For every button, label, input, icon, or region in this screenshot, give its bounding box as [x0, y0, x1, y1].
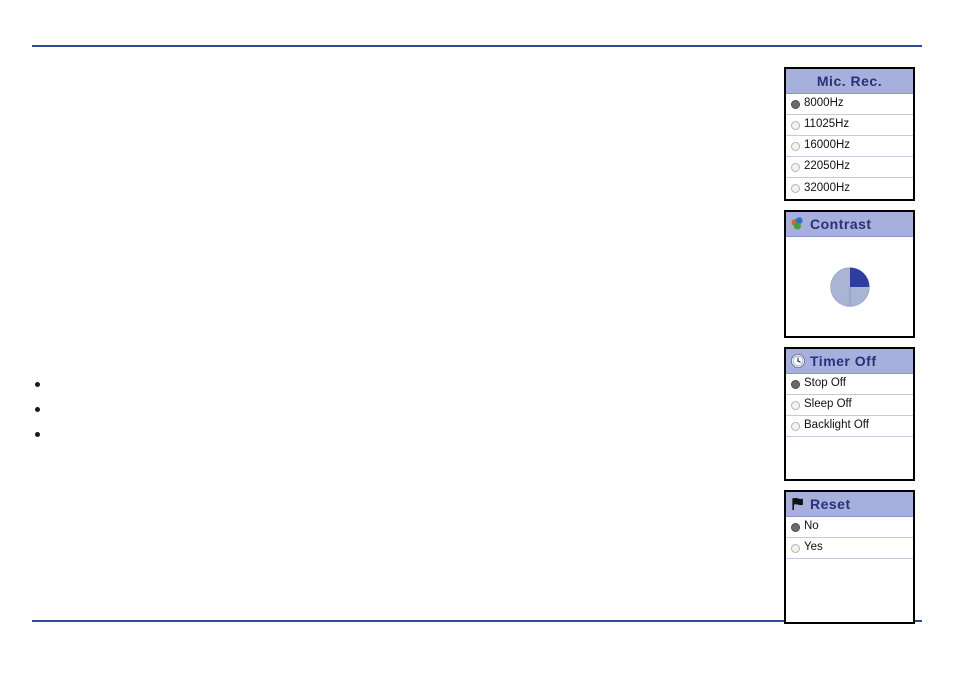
- empty-row: [786, 559, 913, 580]
- clock-icon: [791, 354, 805, 368]
- empty-row: [786, 458, 913, 479]
- option-row[interactable]: No: [786, 517, 913, 538]
- empty-row: [786, 601, 913, 622]
- option-row[interactable]: 32000Hz: [786, 178, 913, 199]
- radio-selected-icon[interactable]: [791, 99, 800, 109]
- panel-reset: Reset No Yes: [784, 490, 915, 624]
- empty-row: [786, 580, 913, 601]
- option-label: 8000Hz: [804, 97, 844, 110]
- option-label: 32000Hz: [804, 181, 851, 194]
- option-row[interactable]: 11025Hz: [786, 115, 913, 136]
- panel-timer-off: Timer Off Stop Off Sleep Off Backlight Off: [784, 347, 915, 481]
- option-label: Yes: [804, 541, 823, 554]
- body-bullet-list: [32, 372, 732, 447]
- option-label: 11025Hz: [804, 118, 850, 131]
- radio-unselected-icon[interactable]: [791, 184, 800, 193]
- contrast-panel-body: [786, 237, 913, 336]
- empty-row: [786, 437, 913, 458]
- radio-unselected-icon[interactable]: [791, 120, 800, 130]
- radio-unselected-icon[interactable]: [791, 543, 800, 553]
- radio-unselected-icon[interactable]: [791, 141, 800, 151]
- panel-title-mic-rec: Mic. Rec.: [786, 69, 913, 94]
- contrast-pie-chart: [829, 266, 870, 307]
- body-bullet-item: [32, 422, 732, 447]
- option-row[interactable]: Stop Off: [786, 374, 913, 395]
- document-page: Mic. Rec. 8000Hz 11025Hz 16000Hz 22050Hz 3200…: [0, 0, 954, 673]
- radio-unselected-icon[interactable]: [791, 162, 800, 172]
- option-label: Sleep Off: [804, 398, 852, 411]
- option-label: 22050Hz: [804, 160, 851, 173]
- option-row[interactable]: 8000Hz: [786, 94, 913, 115]
- body-bullet-item: [32, 372, 732, 397]
- option-row[interactable]: Sleep Off: [786, 395, 913, 416]
- radio-selected-icon[interactable]: [791, 522, 800, 532]
- panel-title-reset: Reset: [786, 492, 913, 517]
- option-row[interactable]: Backlight Off: [786, 416, 913, 437]
- radio-unselected-icon[interactable]: [791, 400, 800, 410]
- option-row[interactable]: Yes: [786, 538, 913, 559]
- panel-title-text: Reset: [810, 496, 851, 512]
- radio-unselected-icon[interactable]: [791, 421, 800, 431]
- option-label: Backlight Off: [804, 419, 869, 432]
- panel-title-text: Timer Off: [810, 353, 877, 369]
- panel-title-timer-off: Timer Off: [786, 349, 913, 374]
- radio-selected-icon[interactable]: [791, 379, 800, 389]
- device-screen-panels: Mic. Rec. 8000Hz 11025Hz 16000Hz 22050Hz 3200…: [784, 67, 915, 633]
- option-label: No: [804, 520, 819, 533]
- panel-title-text: Mic. Rec.: [816, 73, 883, 89]
- color-balls-icon: [791, 217, 803, 230]
- header-rule: [32, 45, 922, 47]
- panel-contrast: Contrast: [784, 210, 915, 338]
- option-label: 16000Hz: [804, 139, 851, 152]
- panel-title-contrast: Contrast: [786, 212, 913, 237]
- option-label: Stop Off: [804, 377, 846, 390]
- body-bullet-item: [32, 397, 732, 422]
- option-row[interactable]: 16000Hz: [786, 136, 913, 157]
- panel-mic-rec: Mic. Rec. 8000Hz 11025Hz 16000Hz 22050Hz 3200…: [784, 67, 915, 201]
- pie-slice-level: [849, 267, 869, 287]
- flag-icon: [792, 498, 803, 510]
- panel-title-text: Contrast: [810, 216, 872, 232]
- option-row[interactable]: 22050Hz: [786, 157, 913, 178]
